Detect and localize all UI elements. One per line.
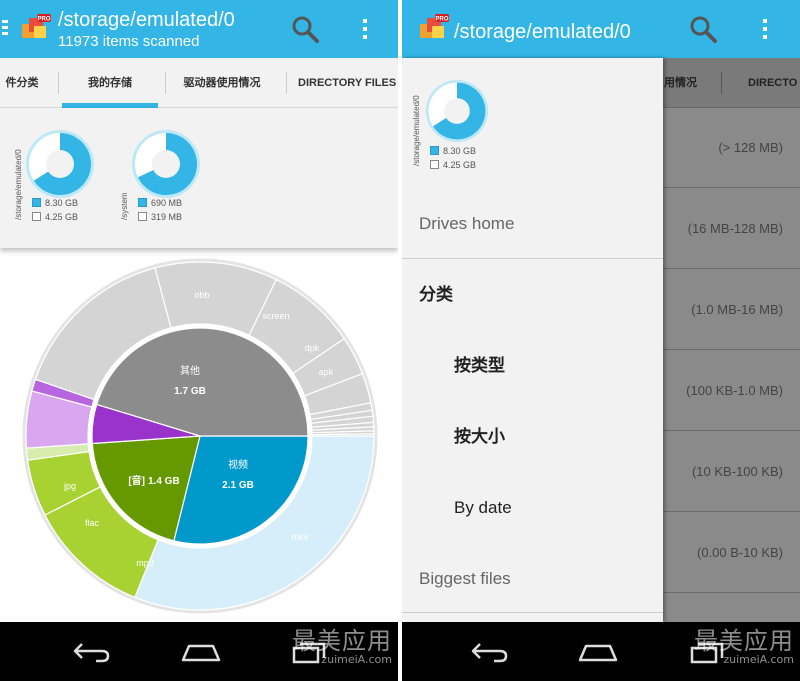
used-swatch xyxy=(32,198,41,207)
action-bar-right: PRO /storage/emulated/0 xyxy=(402,0,800,58)
tab-drive-usage-partial[interactable]: 用情况 xyxy=(664,58,697,108)
segment-value-video: 2.1 GB xyxy=(222,480,254,491)
drawer-item-category[interactable]: 分类 xyxy=(402,284,663,306)
drive-1-path: /system xyxy=(120,192,129,220)
overflow-menu-icon[interactable] xyxy=(758,14,772,44)
drive-0-used: 8.30 GB xyxy=(45,198,79,208)
drive-1-free: 319 MB xyxy=(151,212,183,222)
app-icon[interactable]: PRO xyxy=(418,14,450,44)
outer-label-apk: apk xyxy=(319,367,334,377)
drawer-drive-free: 4.25 GB xyxy=(443,160,477,170)
outer-label-screen: screen xyxy=(262,311,289,321)
back-icon[interactable] xyxy=(72,640,112,664)
drawer-item-biggest-files[interactable]: Biggest files xyxy=(402,568,663,590)
tab-bar: 件分类 我的存储 驱动器使用情况 DIRECTORY FILES xyxy=(0,58,398,108)
segment-value-audio: 1.4 GB xyxy=(148,476,180,487)
svg-text:PRO: PRO xyxy=(435,17,448,23)
hamburger-icon[interactable] xyxy=(2,20,8,38)
app-title: /storage/emulated/0 xyxy=(58,9,235,31)
watermark-right: 最美应用 zuimeiA.com xyxy=(694,627,794,666)
drive-1-donut xyxy=(132,130,200,198)
drawer-item-by-date[interactable]: By date xyxy=(402,497,663,519)
action-bar: PRO /storage/emulated/0 11973 items scan… xyxy=(0,0,398,58)
drive-cards: /storage/emulated/0 8.30 GB 4.25 GB /sys… xyxy=(0,108,398,248)
watermark: 最美应用 zuimeiA.com xyxy=(292,628,392,666)
storage-sunburst-chart[interactable]: 其他 1.7 GB 视频 2.1 GB [音] 1.4 GB obb scree… xyxy=(22,258,378,614)
drawer-drive-path: /storage/emulated/0 xyxy=(412,95,421,166)
left-screen: PRO /storage/emulated/0 11973 items scan… xyxy=(0,0,398,681)
tab-directory-partial[interactable]: DIRECTO xyxy=(748,58,797,108)
watermark-sub: zuimeiA.com xyxy=(321,653,392,666)
outer-label-flac: flac xyxy=(85,518,100,528)
tab-drive-usage[interactable]: 驱动器使用情况 xyxy=(170,58,274,108)
tab-categories[interactable]: 件分类 xyxy=(0,58,44,108)
segment-label-video: 视频 xyxy=(228,458,248,471)
right-screen: PRO /storage/emulated/0 用情况 DIRECTO (> 1… xyxy=(402,0,800,681)
app-title-right: /storage/emulated/0 xyxy=(454,21,631,43)
app-subtitle: 11973 items scanned xyxy=(58,33,200,50)
drawer-item-by-size[interactable]: 按大小 xyxy=(402,426,663,448)
drawer-drive-donut[interactable] xyxy=(424,78,490,144)
back-icon[interactable] xyxy=(470,640,510,664)
drawer-drive-used: 8.30 GB xyxy=(443,146,477,156)
drive-1-used: 690 MB xyxy=(151,198,183,208)
drive-0-donut xyxy=(26,130,94,198)
tab-directory-files[interactable]: DIRECTORY FILES xyxy=(298,58,398,108)
drawer-item-drives-home[interactable]: Drives home xyxy=(402,213,663,235)
search-icon[interactable] xyxy=(688,14,718,44)
free-swatch xyxy=(32,212,41,221)
segment-label-other: 其他 xyxy=(180,364,200,377)
drawer-item-by-type[interactable]: 按类型 xyxy=(402,355,663,377)
search-icon[interactable] xyxy=(290,14,320,44)
outer-label-obb: obb xyxy=(194,290,209,300)
outer-label-dpk: dpk xyxy=(305,343,320,353)
home-icon[interactable] xyxy=(576,640,620,664)
outer-label-mp3: mp3 xyxy=(136,558,154,568)
outer-label-mkv: mkv xyxy=(292,532,309,542)
outer-label-jpg: jpg xyxy=(63,481,76,491)
tab-my-storage[interactable]: 我的存储 xyxy=(62,58,158,108)
svg-text:PRO: PRO xyxy=(37,17,50,23)
watermark-main: 最美应用 xyxy=(292,627,392,655)
overflow-menu-icon[interactable] xyxy=(358,14,372,44)
navigation-drawer: /storage/emulated/0 8.30 GB 4.25 GB Driv… xyxy=(402,58,663,622)
drive-0-free: 4.25 GB xyxy=(45,212,79,222)
segment-value-other: 1.7 GB xyxy=(174,386,206,397)
outer-segment-small-file[interactable] xyxy=(311,433,375,437)
segment-label-audio: [音] xyxy=(128,474,145,487)
drive-0-path: /storage/emulated/0 xyxy=(14,149,23,220)
home-icon[interactable] xyxy=(179,640,223,664)
app-icon[interactable]: PRO xyxy=(20,14,52,44)
